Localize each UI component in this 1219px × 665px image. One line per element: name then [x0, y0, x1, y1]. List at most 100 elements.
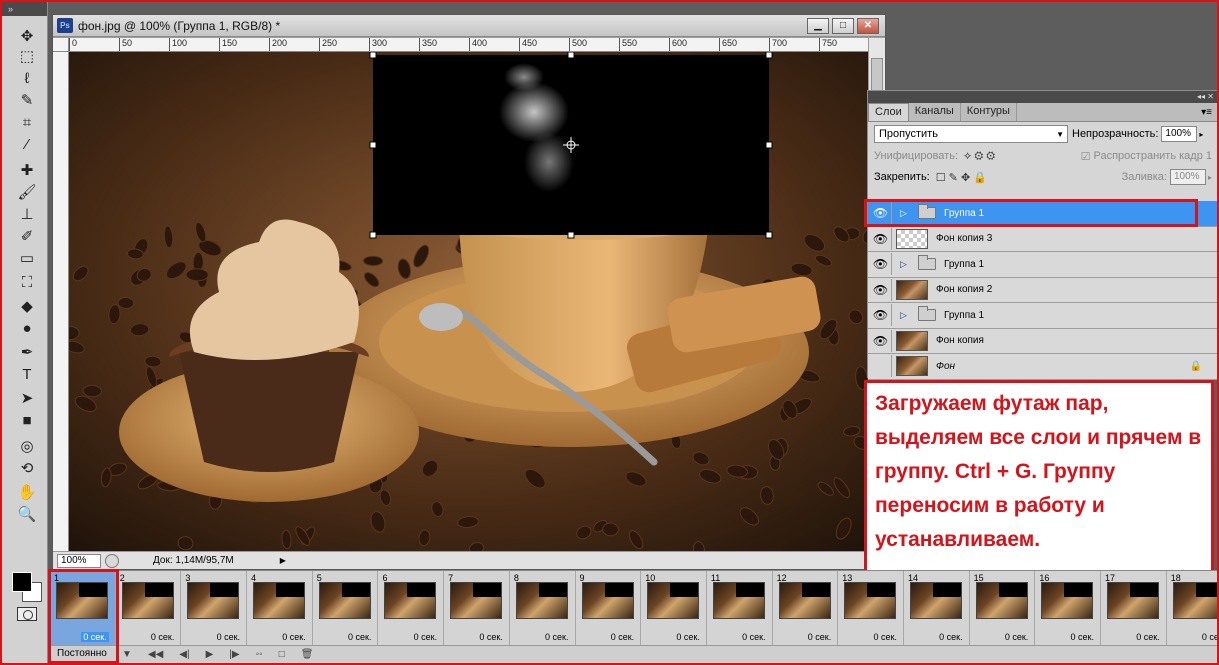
frame-delay[interactable]: 0 сек. [1071, 632, 1094, 642]
toolbox-grip[interactable]: » [2, 2, 47, 16]
timeline-frame[interactable]: 90 сек. [575, 571, 642, 645]
frame-delay[interactable]: 0 сек. [939, 632, 962, 642]
next-frame-icon[interactable]: |▶ [229, 649, 239, 660]
timeline-frame[interactable]: 60 сек. [378, 571, 445, 645]
history-brush-icon[interactable]: ✐ [16, 226, 38, 246]
paint-bucket-icon[interactable]: ⛶ [16, 272, 38, 292]
timeline-frame[interactable]: 15 0 сек. [969, 571, 1036, 645]
shape-icon[interactable]: ■ [16, 410, 38, 430]
minimize-button[interactable]: ▁ [807, 17, 829, 34]
layer-row[interactable]: 👁 ▷ Группа 1 [868, 303, 1217, 329]
frame-delay[interactable]: 0 сек. [742, 632, 765, 642]
tween-icon[interactable]: ◦◦ [256, 649, 263, 660]
timeline-frame[interactable]: 14 0 сек. [903, 571, 970, 645]
tab-paths[interactable]: Контуры [961, 103, 1017, 121]
expand-triangle-icon[interactable]: ▷ [900, 208, 910, 219]
dodge-icon[interactable]: ● [16, 318, 38, 338]
timeline-frame[interactable]: 17 0 сек. [1101, 571, 1167, 645]
loop-dropdown-icon[interactable]: ▼ [122, 649, 132, 660]
layer-row[interactable]: 👁 Фон 🔒 [868, 354, 1217, 380]
horizontal-ruler[interactable]: 0 50 100 150 200 250 300 350 400 450 500 550 600 650 7… [69, 38, 869, 52]
timeline-frame[interactable]: 13 0 сек. [838, 571, 904, 645]
frame-delay[interactable]: 0 сек. [348, 632, 371, 642]
timeline-frame[interactable]: 40 сек. [247, 571, 313, 645]
zoom-icon[interactable]: 🔍 [16, 504, 38, 524]
duplicate-frame-icon[interactable]: □ [279, 649, 285, 660]
eye-icon[interactable]: 👁 [870, 278, 892, 301]
3d-rotate-icon[interactable]: ◎ [16, 436, 38, 456]
timeline-frame[interactable]: 12 0 сек. [772, 571, 839, 645]
frame-delay[interactable]: 0 сек. [217, 632, 240, 642]
eye-icon[interactable]: 👁 [870, 253, 892, 276]
eye-icon[interactable]: 👁 [870, 202, 892, 225]
marquee-icon[interactable]: ⬚ [16, 46, 38, 66]
frame-delay[interactable]: 0 сек. [545, 632, 568, 642]
frame-delay[interactable]: 0 сек. [1136, 632, 1159, 642]
navigator-icon[interactable] [105, 553, 119, 568]
ruler-origin[interactable] [53, 38, 69, 52]
panel-collapse-bar[interactable]: ◂◂ ✕ [868, 91, 1217, 103]
close-button[interactable]: ✕ [857, 17, 879, 34]
eye-icon[interactable]: 👁 [870, 329, 892, 352]
layer-row[interactable]: 👁 ▷ Группа 1 [868, 252, 1217, 278]
layer-row[interactable]: 👁 Фон копия [868, 328, 1217, 354]
lasso-icon[interactable]: ℓ [16, 68, 38, 88]
eye-icon[interactable]: 👁 [870, 304, 892, 327]
quick-mask-button[interactable] [17, 607, 37, 621]
foreground-color-swatch[interactable] [12, 572, 32, 592]
pen-icon[interactable]: ✒ [16, 342, 38, 362]
timeline-frame[interactable]: 70 сек. [444, 571, 510, 645]
frame-delay[interactable]: 0 сек. [1005, 632, 1028, 642]
blend-mode-select[interactable]: Пропустить ▼ [874, 125, 1068, 143]
timeline-frame[interactable]: 10 сек. [50, 571, 116, 645]
eyedropper-icon[interactable]: ⁄ [16, 134, 38, 154]
move-icon[interactable]: ✥ [16, 26, 38, 46]
frame-delay[interactable]: 0 сек. [81, 632, 109, 642]
status-menu-arrow-icon[interactable]: ▶ [280, 556, 286, 565]
layer-row[interactable]: 👁 ▷ Группа 1 [868, 201, 1217, 227]
timeline-frame[interactable]: 50 сек. [312, 571, 379, 645]
opacity-arrow-icon[interactable]: ▸ [1199, 130, 1203, 139]
frame-delay[interactable]: 0 сек. [282, 632, 305, 642]
frame-delay[interactable]: 0 сек. [414, 632, 437, 642]
lock-icons[interactable]: ☐ ✎ ✥ 🔒 [936, 171, 987, 184]
brush-icon[interactable]: 🖌 [16, 182, 38, 202]
blur-icon[interactable]: ◆ [16, 296, 38, 316]
fill-field[interactable]: 100% [1169, 169, 1206, 185]
tab-channels[interactable]: Каналы [909, 103, 961, 121]
eye-icon[interactable]: 👁 [870, 355, 892, 378]
healing-icon[interactable]: ✚ [16, 160, 38, 180]
timeline-frame[interactable]: 10 0 сек. [641, 571, 707, 645]
timeline-frame[interactable]: 180 сек. [1166, 571, 1217, 645]
vertical-ruler[interactable] [53, 52, 69, 552]
loop-select[interactable]: Постоянно [54, 648, 116, 662]
tab-layers[interactable]: Слои [868, 103, 909, 121]
path-select-icon[interactable]: ➤ [16, 388, 38, 408]
frame-delay[interactable]: 0 сек. [1202, 632, 1217, 642]
type-icon[interactable]: T [16, 364, 38, 384]
maximize-button[interactable]: □ [832, 17, 854, 34]
fill-arrow-icon[interactable]: ▸ [1208, 173, 1212, 182]
crop-icon[interactable]: ⌗ [16, 112, 38, 132]
hand-icon[interactable]: ✋ [16, 482, 38, 502]
quick-select-icon[interactable]: ✎ [16, 90, 38, 110]
trash-icon[interactable]: 🗑 [301, 649, 314, 660]
first-frame-icon[interactable]: ◀◀ [148, 649, 163, 660]
timeline-frame[interactable]: 16 0 сек. [1035, 571, 1101, 645]
timeline-frame[interactable]: 80 сек. [509, 571, 576, 645]
play-icon[interactable]: ▶ [206, 649, 214, 660]
opacity-field[interactable]: 100% [1161, 126, 1198, 142]
zoom-field[interactable]: 100% [57, 553, 101, 568]
layer-row[interactable]: 👁 Фон копия 3 [868, 226, 1217, 252]
expand-triangle-icon[interactable]: ▷ [900, 310, 910, 321]
eraser-icon[interactable]: ▭ [16, 248, 38, 268]
layer-row[interactable]: 👁 Фон копия 2 [868, 277, 1217, 303]
unify-icons[interactable]: ⟡ ⚙ ⚙ [964, 150, 995, 163]
frame-delay[interactable]: 0 сек. [808, 632, 831, 642]
document-titlebar[interactable]: Ps фон.jpg @ 100% (Группа 1, RGB/8) * ▁ … [53, 15, 885, 37]
timeline-frame[interactable]: 11 0 сек. [706, 571, 773, 645]
previous-frame-icon[interactable]: ◀| [179, 649, 189, 660]
timeline-frame[interactable]: 30 сек. [181, 571, 248, 645]
document-canvas[interactable] [69, 52, 869, 552]
frame-delay[interactable]: 0 сек. [873, 632, 896, 642]
